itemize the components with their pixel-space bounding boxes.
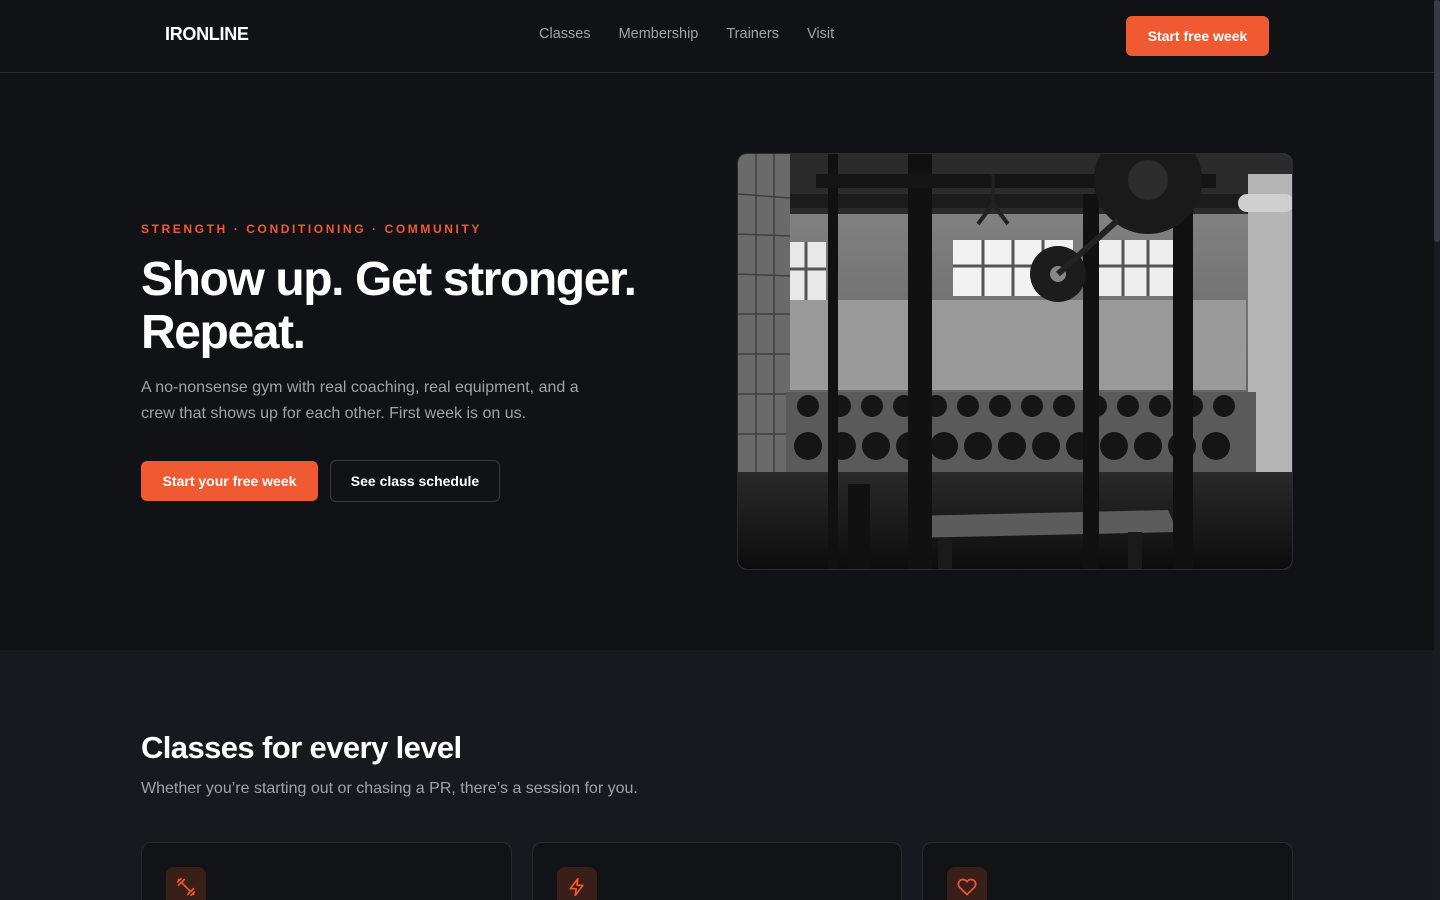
page-scrollbar[interactable] — [1434, 0, 1440, 900]
hero-description: A no-nonsense gym with real coaching, re… — [141, 379, 579, 422]
hero-title: Show up. Get stronger. Repeat. — [141, 253, 637, 359]
logo[interactable]: IRONLINE — [165, 24, 249, 45]
heart-icon — [947, 867, 987, 900]
class-card-strength[interactable] — [141, 842, 512, 900]
classes-section: Classes for every level Whether you’re s… — [0, 650, 1434, 900]
dumbbell-icon — [166, 867, 206, 900]
see-class-schedule-button[interactable]: See class schedule — [330, 460, 500, 502]
classes-subtitle: Whether you’re starting out or chasing a… — [141, 780, 638, 797]
page: IRONLINE Classes Membership Trainers Vis… — [0, 0, 1434, 900]
start-your-free-week-button[interactable]: Start your free week — [141, 461, 318, 501]
hero-eyebrow: STRENGTH · CONDITIONING · COMMUNITY — [141, 222, 482, 236]
classes-title: Classes for every level — [141, 730, 462, 765]
nav-link-membership[interactable]: Membership — [619, 26, 699, 42]
class-card-community[interactable] — [922, 842, 1293, 900]
start-free-week-button[interactable]: Start free week — [1126, 16, 1269, 56]
lightning-icon — [557, 867, 597, 900]
hero-gym-image — [737, 153, 1293, 570]
main-nav: Classes Membership Trainers Visit — [539, 26, 834, 42]
site-header: IRONLINE Classes Membership Trainers Vis… — [0, 0, 1434, 73]
nav-link-trainers[interactable]: Trainers — [726, 26, 779, 42]
nav-link-visit[interactable]: Visit — [807, 26, 834, 42]
hero-section: STRENGTH · CONDITIONING · COMMUNITY Show… — [0, 73, 1434, 650]
nav-link-classes[interactable]: Classes — [539, 26, 591, 42]
scrollbar-thumb[interactable] — [1434, 0, 1440, 242]
class-card-conditioning[interactable] — [532, 842, 902, 900]
